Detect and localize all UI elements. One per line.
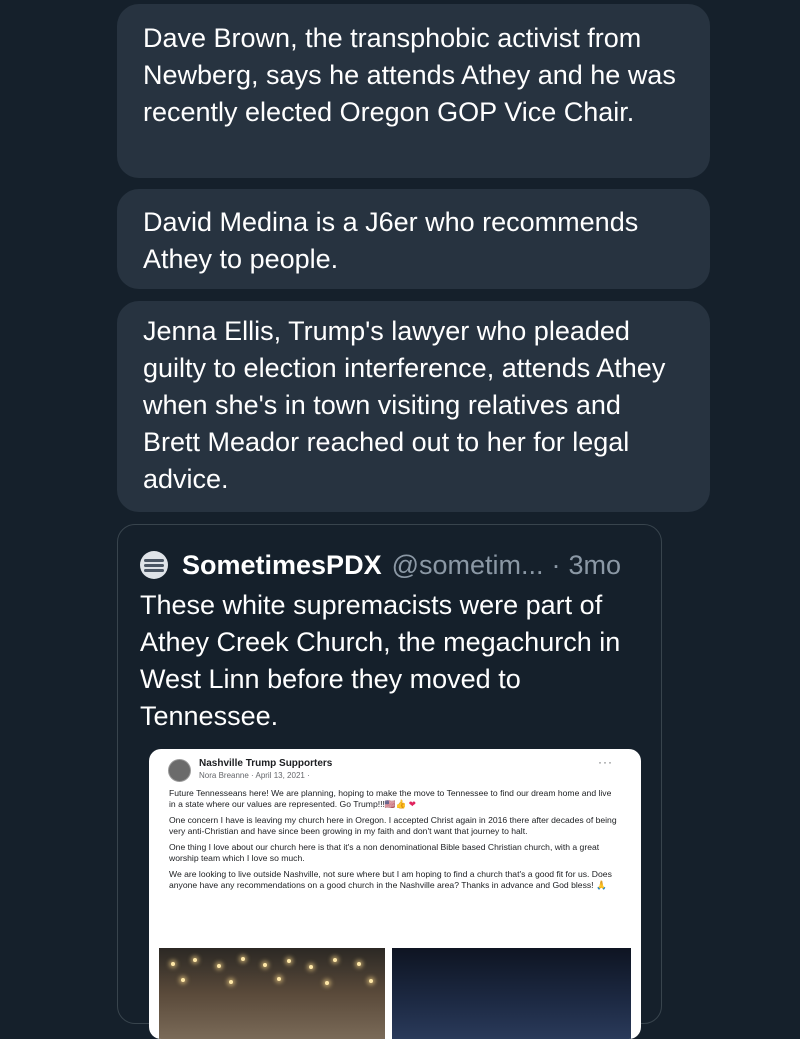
author-handle[interactable]: @sometim... (392, 550, 544, 581)
quoted-post-text: These white supremacists were part of At… (140, 590, 621, 731)
avatar (168, 758, 191, 782)
quoted-post-header: SometimesPDX @sometim... · 3mo (140, 547, 621, 583)
pray-emoji: 🙏 (595, 880, 607, 890)
reply-text: Dave Brown, the transphobic activist fro… (143, 23, 676, 127)
fb-paragraph: One concern I have is leaving my church … (169, 815, 617, 836)
embedded-screenshot[interactable]: Nashville Trump Supporters Nora Breanne … (149, 749, 641, 1039)
reply-text: David Medina is a J6er who recommends At… (143, 207, 639, 274)
timestamp[interactable]: 3mo (569, 550, 622, 581)
flag-thumbs-emoji: 🇺🇸👍 (384, 799, 407, 809)
reply-bubble: Dave Brown, the transphobic activist fro… (117, 4, 710, 178)
photo-church-interior (159, 948, 385, 1039)
group-name: Nashville Trump Supporters (199, 758, 333, 769)
reply-bubble: David Medina is a J6er who recommends At… (117, 189, 710, 289)
separator: · (551, 549, 561, 580)
reply-bubble: Jenna Ellis, Trump's lawyer who pleaded … (117, 301, 710, 512)
heart-icon: ❤ (408, 799, 416, 809)
photo-stage (392, 948, 631, 1039)
fb-paragraph: We are looking to live outside Nashville… (169, 869, 612, 890)
fb-paragraph: Future Tennesseans here! We are planning… (169, 788, 612, 809)
reply-text: Jenna Ellis, Trump's lawyer who pleaded … (143, 316, 666, 494)
more-icon: ··· (598, 755, 613, 769)
author-date: Nora Breanne · April 13, 2021 · (199, 771, 310, 780)
avatar[interactable] (140, 551, 168, 579)
fb-post-body: Future Tennesseans here! We are planning… (169, 788, 617, 896)
quoted-post[interactable]: SometimesPDX @sometim... · 3mo These whi… (117, 524, 662, 1039)
fb-post-header: Nashville Trump Supporters Nora Breanne … (168, 758, 332, 782)
fb-paragraph: One thing I love about our church here i… (169, 842, 600, 863)
author-name[interactable]: SometimesPDX (182, 550, 382, 581)
